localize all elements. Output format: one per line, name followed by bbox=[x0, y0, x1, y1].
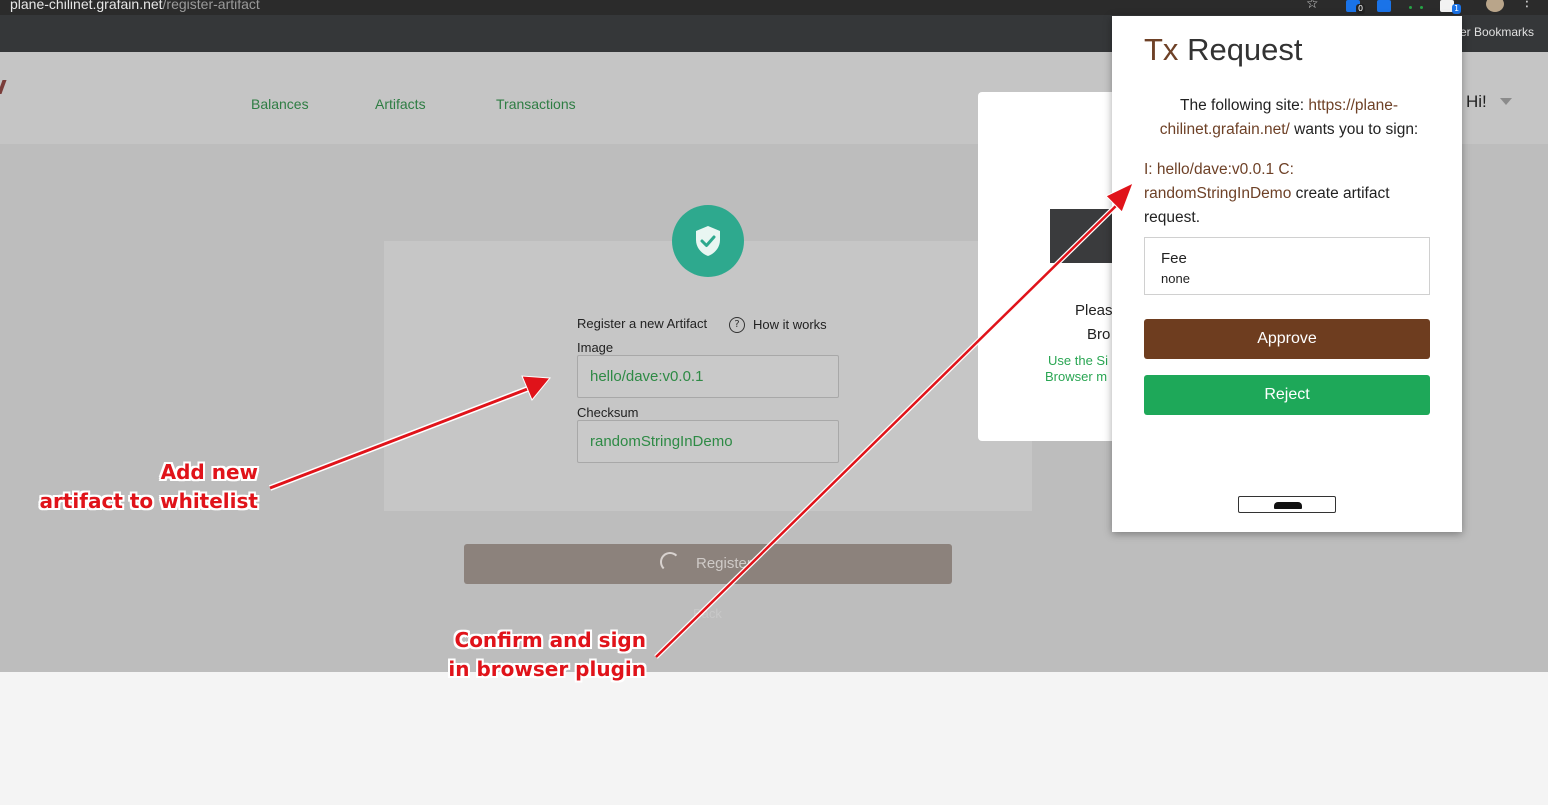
annotation-line: artifact to whitelist bbox=[39, 489, 259, 513]
annotation-line: Add new bbox=[160, 460, 258, 484]
annotation-arrows bbox=[268, 182, 1134, 659]
annotation-confirm-sign: Confirm and sign in browser plugin bbox=[448, 626, 646, 684]
annotation-line: Confirm and sign bbox=[454, 628, 646, 652]
arrowhead bbox=[1105, 182, 1134, 213]
annotation-line: in browser plugin bbox=[448, 657, 646, 681]
annotation-add-artifact: Add new artifact to whitelist bbox=[40, 458, 259, 516]
